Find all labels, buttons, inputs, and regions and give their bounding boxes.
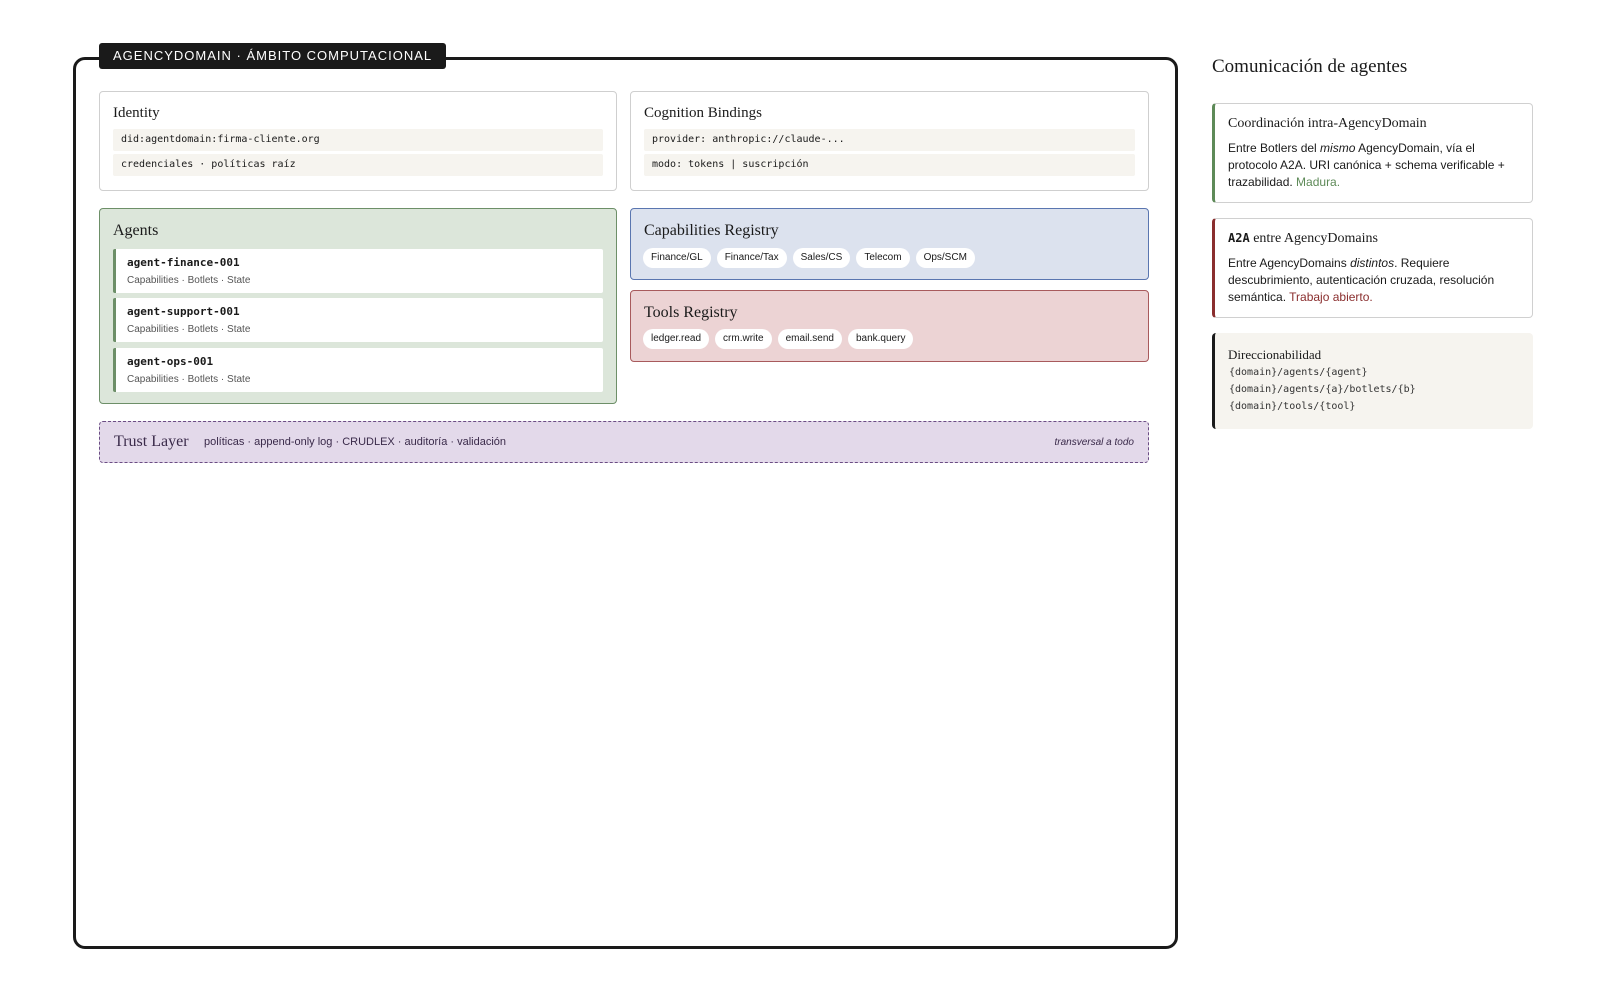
inter-domain-body: Entre AgencyDomains distintos. Requiere …: [1228, 255, 1520, 306]
tools-chips: ledger.read crm.write email.send bank.qu…: [643, 329, 1136, 349]
intra-status: Madura.: [1296, 175, 1341, 189]
trust-note: transversal a todo: [1054, 437, 1135, 448]
tool-chip[interactable]: ledger.read: [643, 329, 710, 349]
addressing-line: {domain}/tools/{tool}: [1229, 401, 1356, 412]
inter-status: Trabajo abierto.: [1289, 290, 1373, 304]
addressing-line: {domain}/agents/{a}/botlets/{b}: [1229, 384, 1416, 395]
tool-chip[interactable]: bank.query: [847, 329, 914, 349]
intra-text-a: Entre Botlers del: [1228, 141, 1321, 155]
tools-panel: Tools Registry ledger.read crm.write ema…: [630, 290, 1149, 362]
trust-layer: Trust Layer políticas · append-only log …: [99, 421, 1149, 463]
capability-chip[interactable]: Finance/GL: [643, 248, 711, 268]
capabilities-panel: Capabilities Registry Finance/GL Finance…: [630, 208, 1149, 280]
agents-title: Agents: [113, 222, 159, 239]
agent-subtitle: Capabilities · Botlets · State: [127, 275, 251, 286]
tool-chip[interactable]: crm.write: [715, 329, 772, 349]
intra-domain-title: Coordinación intra-AgencyDomain: [1228, 116, 1427, 131]
inter-domain-title: A2A entre AgencyDomains: [1228, 231, 1378, 247]
inter-title-rest: entre AgencyDomains: [1249, 231, 1378, 246]
intra-domain-note: Coordinación intra-AgencyDomain Entre Bo…: [1212, 103, 1533, 203]
cognition-mode: modo: tokens | suscripción: [644, 154, 1135, 176]
side-title: Comunicación de agentes: [1212, 56, 1408, 77]
agent-name: agent-finance-001: [127, 256, 240, 269]
agent-name: agent-support-001: [127, 305, 240, 318]
inter-domain-note: A2A entre AgencyDomains Entre AgencyDoma…: [1212, 218, 1533, 318]
intra-domain-body: Entre Botlers del mismo AgencyDomain, ví…: [1228, 140, 1520, 191]
capability-chip[interactable]: Finance/Tax: [716, 248, 787, 268]
cognition-panel: Cognition Bindings provider: anthropic:/…: [630, 91, 1149, 191]
agents-panel: Agents agent-finance-001 Capabilities · …: [99, 208, 617, 404]
trust-items: políticas · append-only log · CRUDLEX · …: [204, 436, 507, 448]
cognition-provider: provider: anthropic://claude-...: [644, 129, 1135, 151]
agent-card-finance[interactable]: agent-finance-001 Capabilities · Botlets…: [113, 249, 603, 293]
intra-text-em: mismo: [1320, 141, 1356, 155]
trust-title: Trust Layer: [114, 433, 189, 450]
agent-card-support[interactable]: agent-support-001 Capabilities · Botlets…: [113, 298, 603, 342]
identity-panel: Identity did:agentdomain:firma-cliente.o…: [99, 91, 617, 191]
agency-domain-label: AGENCYDOMAIN · ÁMBITO COMPUTACIONAL: [99, 43, 447, 69]
capability-chip[interactable]: Telecom: [856, 248, 910, 268]
identity-title: Identity: [113, 105, 160, 121]
agent-subtitle: Capabilities · Botlets · State: [127, 324, 251, 335]
agent-card-ops[interactable]: agent-ops-001 Capabilities · Botlets · S…: [113, 348, 603, 392]
inter-title-code: A2A: [1228, 231, 1250, 245]
capabilities-title: Capabilities Registry: [644, 222, 779, 239]
addressing-line: {domain}/agents/{agent}: [1229, 367, 1368, 378]
addressing-title: Direccionabilidad: [1228, 347, 1322, 362]
cognition-title: Cognition Bindings: [644, 105, 762, 121]
inter-text-a: Entre AgencyDomains: [1228, 256, 1351, 270]
addressing-note: Direccionabilidad {domain}/agents/{agent…: [1212, 333, 1533, 429]
inter-text-em: distintos: [1350, 256, 1395, 270]
agent-name: agent-ops-001: [127, 355, 214, 368]
identity-credentials: credenciales · políticas raíz: [113, 154, 603, 176]
capability-chip[interactable]: Sales/CS: [792, 248, 851, 268]
capability-chip[interactable]: Ops/SCM: [915, 248, 975, 268]
tools-title: Tools Registry: [644, 304, 738, 321]
identity-did: did:agentdomain:firma-cliente.org: [113, 129, 603, 151]
capabilities-chips: Finance/GL Finance/Tax Sales/CS Telecom …: [643, 248, 1136, 268]
agent-subtitle: Capabilities · Botlets · State: [127, 374, 251, 385]
tool-chip[interactable]: email.send: [777, 329, 842, 349]
